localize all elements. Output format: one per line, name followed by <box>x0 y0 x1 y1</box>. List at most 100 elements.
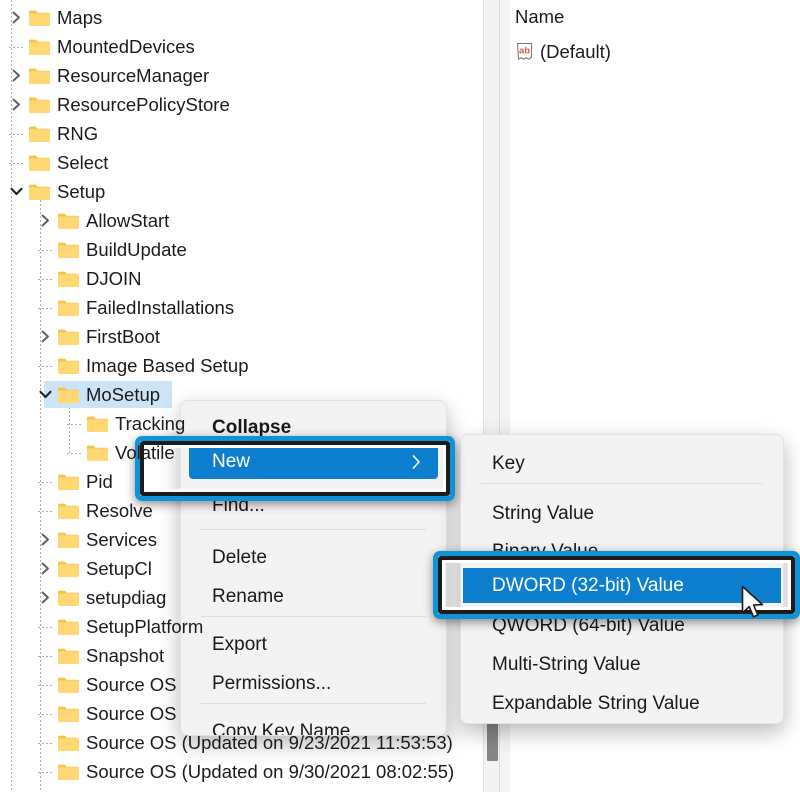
folder-icon <box>85 409 109 438</box>
submenu-item-multi-string-value[interactable]: Multi-String Value <box>461 646 783 684</box>
tree-item-resourcepolicystore[interactable]: ResourcePolicyStore <box>0 90 483 119</box>
chevron-right-icon[interactable] <box>34 554 56 583</box>
folder-icon <box>27 90 51 119</box>
new-submenu[interactable]: Key String Value Binary Value QWORD (64-bit… <box>460 434 784 724</box>
tree-item-maps[interactable]: Maps <box>0 3 483 32</box>
tree-item-source-os-updated-on-9-30-2021-08-02-55[interactable]: Source OS (Updated on 9/30/2021 08:02:55… <box>0 757 483 786</box>
tree-item-resourcemanager[interactable]: ResourceManager <box>0 61 483 90</box>
tree-item-label: MoSetup <box>86 383 161 405</box>
tree-item-label: AllowStart <box>86 209 170 231</box>
tree-item-label: ResourcePolicyStore <box>57 93 230 115</box>
submenu-item-label: Multi-String Value <box>492 654 641 675</box>
submenu-item-label: Key <box>492 453 525 474</box>
tree-item-label: DJOIN <box>86 267 142 289</box>
folder-icon <box>27 148 51 177</box>
context-menu[interactable]: Collapse Find... Delete Rename Export Permiss… <box>180 400 447 736</box>
folder-icon <box>56 670 80 699</box>
tree-item-source-os-updated-on-9-23-2021-11-53-53[interactable]: Source OS (Updated on 9/23/2021 11:53:53… <box>0 728 483 757</box>
tree-item-image-based-setup[interactable]: Image Based Setup <box>0 351 483 380</box>
folder-icon <box>56 293 80 322</box>
context-menu-item-label: Permissions... <box>212 673 332 694</box>
submenu-item-dword-32bit[interactable]: DWORD (32-bit) Value <box>463 568 781 603</box>
tree-item-select[interactable]: Select <box>0 148 483 177</box>
chevron-right-icon[interactable] <box>34 525 56 554</box>
folder-icon <box>56 554 80 583</box>
tree-item-allowstart[interactable]: AllowStart <box>0 206 483 235</box>
chevron-right-icon[interactable] <box>5 61 27 90</box>
chevron-right-icon[interactable] <box>34 583 56 612</box>
folder-icon <box>56 322 80 351</box>
context-menu-item-find[interactable]: Find... <box>181 487 446 525</box>
tree-item-label: ResourceManager <box>57 64 210 86</box>
folder-icon <box>56 525 80 554</box>
tree-item-buildupdate[interactable]: BuildUpdate <box>0 235 483 264</box>
submenu-item-label: Binary Value <box>492 541 599 562</box>
context-menu-item-label: Delete <box>212 547 267 568</box>
tree-item-setup[interactable]: Setup <box>0 177 483 206</box>
tree-item-label: MountedDevices <box>57 35 195 57</box>
folder-icon <box>56 235 80 264</box>
tree-item-label: Source OS (Updated on 9/30/2021 08:02:55… <box>86 760 455 782</box>
tree-item-label: Snapshot <box>86 644 165 666</box>
context-menu-item-new[interactable]: New <box>189 444 438 479</box>
submenu-item-string-value[interactable]: String Value <box>461 495 783 533</box>
submenu-item-label: DWORD (32-bit) Value <box>492 574 684 596</box>
values-row-default[interactable]: ab (Default) <box>510 38 611 66</box>
chevron-right-icon[interactable] <box>5 3 27 32</box>
tree-item-label: Volatile <box>115 441 175 463</box>
tree-item-label: FailedInstallations <box>86 296 235 318</box>
ab-string-icon: ab <box>515 42 537 63</box>
chevron-down-icon[interactable] <box>5 177 27 206</box>
menu-separator <box>481 483 763 484</box>
chevron-right-icon[interactable] <box>34 322 56 351</box>
folder-icon <box>56 641 80 670</box>
tree-item-failedinstallations[interactable]: FailedInstallations <box>0 293 483 322</box>
folder-icon <box>56 380 80 409</box>
context-menu-item-permissions[interactable]: Permissions... <box>181 665 446 703</box>
submenu-item-expandable-string-value[interactable]: Expandable String Value <box>461 685 783 723</box>
context-menu-item-collapse[interactable]: Collapse <box>181 409 446 447</box>
tree-item-label: BuildUpdate <box>86 238 187 260</box>
context-menu-item-label: Export <box>212 634 267 655</box>
submenu-item-binary-value[interactable]: Binary Value <box>461 533 783 571</box>
chevron-down-icon[interactable] <box>34 380 56 409</box>
tree-item-label: Maps <box>57 6 103 28</box>
tree-item-mounteddevices[interactable]: MountedDevices <box>0 32 483 61</box>
folder-icon <box>56 206 80 235</box>
menu-separator <box>201 529 426 530</box>
folder-icon <box>56 728 80 757</box>
values-column-header-name[interactable]: Name <box>510 0 800 34</box>
chevron-right-icon[interactable] <box>34 206 56 235</box>
folder-icon <box>27 32 51 61</box>
chevron-right-icon[interactable] <box>5 90 27 119</box>
tree-item-label: FirstBoot <box>86 325 161 347</box>
chevron-right-icon <box>411 454 422 470</box>
tree-item-label: Setup <box>57 180 106 202</box>
folder-icon <box>56 583 80 612</box>
tree-item-djoin[interactable]: DJOIN <box>0 264 483 293</box>
tree-item-label: setupdiag <box>86 586 167 608</box>
svg-text:ab: ab <box>519 45 530 56</box>
context-menu-item-rename[interactable]: Rename <box>181 578 446 616</box>
tree-item-label: Tracking <box>115 412 186 434</box>
context-menu-item-label: Collapse <box>212 417 292 438</box>
menu-separator <box>201 703 426 704</box>
submenu-item-key[interactable]: Key <box>461 445 783 483</box>
submenu-item-qword-64-bit-value[interactable]: QWORD (64-bit) Value <box>461 607 783 645</box>
folder-icon <box>27 3 51 32</box>
tree-item-firstboot[interactable]: FirstBoot <box>0 322 483 351</box>
context-menu-item-delete[interactable]: Delete <box>181 539 446 577</box>
value-name-label: (Default) <box>540 41 611 62</box>
tree-item-rng[interactable]: RNG <box>0 119 483 148</box>
context-menu-item-export[interactable]: Export <box>181 626 446 664</box>
